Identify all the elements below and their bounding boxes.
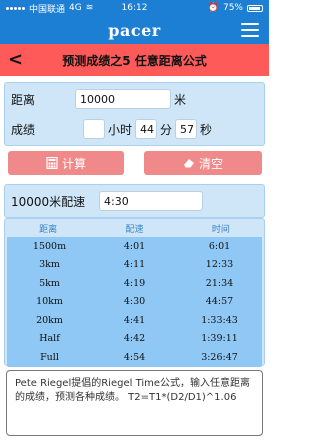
cell-time: 21:34 bbox=[205, 277, 234, 289]
hours-input[interactable] bbox=[83, 119, 105, 139]
cell-distance: 3km bbox=[39, 259, 60, 271]
table-row: 3km 4:11 12:33 bbox=[7, 256, 262, 275]
cell-pace: 4:11 bbox=[123, 259, 146, 271]
cell-distance: 20km bbox=[36, 314, 63, 326]
distance-unit: 米 bbox=[174, 92, 187, 107]
table-row: 20km 4:41 1:33:43 bbox=[7, 311, 262, 330]
page-title: 预测成绩之5 任意距离公式 bbox=[62, 53, 207, 68]
cell-pace: 4:54 bbox=[123, 351, 146, 363]
table-row: Half 4:42 1:39:11 bbox=[7, 330, 262, 349]
seconds-unit: 秒 bbox=[200, 122, 213, 137]
cell-distance: 10km bbox=[36, 296, 63, 308]
action-buttons: 计算 清空 bbox=[8, 151, 262, 175]
menu-icon[interactable] bbox=[241, 23, 259, 37]
cell-time: 6:01 bbox=[208, 240, 231, 252]
back-icon[interactable]: < bbox=[8, 50, 28, 70]
cell-time: 3:26:47 bbox=[201, 351, 238, 363]
seconds-input[interactable]: 57 bbox=[175, 119, 198, 139]
prediction-table: 距离 配速 时间 1500m 4:01 6:01 3km 4:11 12:33 5km 4… bbox=[4, 218, 265, 367]
minutes-unit: 分 bbox=[160, 122, 173, 137]
distance-row: 距离 10000 米 bbox=[11, 89, 189, 109]
pace-label: 10000米配速 bbox=[11, 194, 86, 209]
cell-time: 1:39:11 bbox=[201, 333, 238, 345]
status-time: 16:12 bbox=[121, 3, 148, 13]
battery-icon bbox=[247, 4, 263, 12]
clear-label: 清空 bbox=[198, 156, 223, 171]
clear-button[interactable]: 清空 bbox=[144, 151, 262, 175]
time-row: 成绩 小时 44 分 57 秒 bbox=[11, 119, 215, 139]
app-logo: pacer bbox=[108, 20, 161, 40]
eraser-icon bbox=[183, 157, 195, 169]
cell-distance: Half bbox=[39, 333, 60, 345]
input-form: 距离 10000 米 成绩 小时 44 分 57 秒 bbox=[4, 82, 265, 146]
calculator-icon bbox=[46, 156, 58, 170]
table-header: 距离 配速 时间 bbox=[5, 219, 264, 237]
table-row: 5km 4:19 21:34 bbox=[7, 274, 262, 293]
calculate-label: 计算 bbox=[61, 156, 86, 171]
distance-input[interactable]: 10000 bbox=[75, 89, 171, 109]
cell-distance: 1500m bbox=[32, 240, 67, 252]
cell-time: 44:57 bbox=[205, 296, 234, 308]
status-bar: 中国联通 4G ≋ 16:12 ⏰ 75% bbox=[0, 0, 269, 16]
time-label: 成绩 bbox=[11, 122, 36, 137]
cell-pace: 4:42 bbox=[123, 333, 146, 345]
page-title-bar: < 预测成绩之5 任意距离公式 bbox=[0, 44, 269, 76]
calculate-button[interactable]: 计算 bbox=[8, 151, 124, 175]
distance-label: 距离 bbox=[11, 92, 36, 107]
cell-distance: 5km bbox=[39, 277, 60, 289]
cell-time: 12:33 bbox=[205, 259, 234, 271]
formula-note: Pete Riegel提倡的Riegel Time公式，输入任意距离的成绩，预测… bbox=[6, 370, 263, 436]
cell-pace: 4:41 bbox=[123, 314, 146, 326]
pace-input[interactable]: 4:30 bbox=[99, 191, 203, 211]
minutes-input[interactable]: 44 bbox=[135, 119, 158, 139]
table-row: 10km 4:30 44:57 bbox=[7, 293, 262, 312]
header-distance: 距离 bbox=[39, 224, 58, 235]
header-pace: 配速 bbox=[125, 224, 144, 235]
cell-time: 1:33:43 bbox=[201, 314, 238, 326]
hours-unit: 小时 bbox=[108, 122, 133, 137]
cell-distance: Full bbox=[40, 351, 59, 363]
table-row: 1500m 4:01 6:01 bbox=[7, 237, 262, 256]
cell-pace: 4:19 bbox=[123, 277, 146, 289]
header-time: 时间 bbox=[211, 224, 230, 235]
table-row: Full 4:54 3:26:47 bbox=[7, 348, 262, 367]
table-body: 1500m 4:01 6:01 3km 4:11 12:33 5km 4:19 21:34 … bbox=[7, 237, 262, 367]
cell-pace: 4:30 bbox=[123, 296, 146, 308]
cell-pace: 4:01 bbox=[123, 240, 146, 252]
app-header: pacer bbox=[0, 16, 269, 44]
pace-row: 10000米配速 4:30 bbox=[4, 184, 265, 218]
